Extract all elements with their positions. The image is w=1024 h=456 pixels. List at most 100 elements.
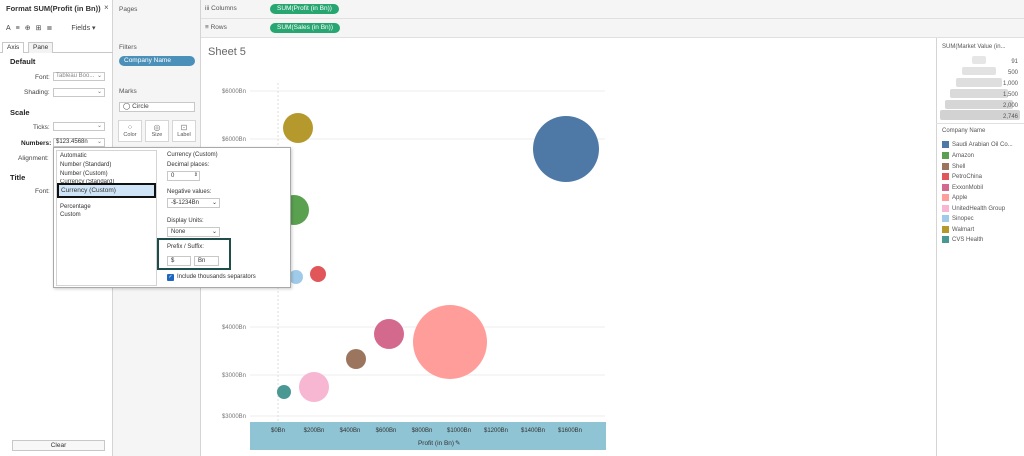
legend-divider <box>936 123 1024 124</box>
font-dropdown[interactable]: Tableau Boo... ⌄ <box>53 72 105 81</box>
bubble-sinopec[interactable] <box>289 270 303 284</box>
size-legend-title: SUM(Market Value (in... <box>942 44 1006 50</box>
legend-item[interactable]: Amazon <box>942 152 974 161</box>
format-option[interactable]: Custom <box>60 212 81 218</box>
default-section-label: Default <box>10 57 36 66</box>
borders-format-icon[interactable]: ⊞ <box>36 24 42 32</box>
rows-label: ≡ Rows <box>205 24 227 31</box>
scatter-chart: $6000Bn $6000Bn $4000Bn $3000Bn $3000Bn … <box>201 38 936 456</box>
lines-format-icon[interactable]: ≣ <box>47 24 53 32</box>
numbers-label: Numbers: <box>21 140 52 147</box>
display-units-dropdown[interactable]: None ⌄ <box>167 227 220 237</box>
columns-pill[interactable]: SUM(Profit (in Bn)) <box>270 4 339 14</box>
x-tick-label: $1600Bn <box>558 428 582 434</box>
rows-pill[interactable]: SUM(Sales (in Bn)) <box>270 23 340 33</box>
y-tick-label: $3000Bn <box>222 414 246 420</box>
thousands-separator-checkbox[interactable]: ✓ <box>167 274 174 281</box>
y-tick-label: $6000Bn <box>222 137 246 143</box>
x-axis-title: Profit (in Bn) <box>418 440 454 447</box>
legend-item[interactable]: Walmart <box>942 226 974 235</box>
x-tick-label: $1200Bn <box>484 428 508 434</box>
x-tick-label: $1000Bn <box>447 428 471 434</box>
format-option[interactable]: Percentage <box>60 204 91 210</box>
format-toolbar: A ≡ ⊕ ⊞ ≣ Fields ▾ <box>6 22 110 34</box>
company-name-filter-pill[interactable]: Company Name <box>119 56 195 66</box>
bubble-exxonmobil[interactable] <box>374 319 404 349</box>
x-tick-label: $400Bn <box>340 428 361 434</box>
fields-dropdown[interactable]: Fields ▾ <box>71 24 95 32</box>
alignment-format-icon[interactable]: ≡ <box>16 25 20 32</box>
pin-icon: ✎ <box>455 440 461 447</box>
display-units-label: Display Units: <box>167 218 204 224</box>
shading-dropdown[interactable]: ⌄ <box>53 88 105 97</box>
x-tick-label: $1400Bn <box>521 428 545 434</box>
format-option-selected[interactable]: Currency (Custom) <box>57 183 156 198</box>
x-tick-label: $200Bn <box>304 428 325 434</box>
format-option[interactable]: Number (Custom) <box>60 171 108 177</box>
bubble-cvs-health[interactable] <box>277 385 291 399</box>
decimal-places-label: Decimal places: <box>167 162 210 168</box>
negative-values-dropdown[interactable]: -$-1234Bn ⌄ <box>167 198 220 208</box>
size-legend-value: 500 <box>1008 70 1019 76</box>
size-legend: 91 500 1,000 1,500 2,000 2,746 <box>940 56 1020 120</box>
ticks-dropdown[interactable]: ⌄ <box>53 122 105 131</box>
title-font-label: Font: <box>35 188 50 195</box>
thousands-separator-label: Include thousands separators <box>177 274 256 280</box>
format-option[interactable]: Automatic <box>60 153 87 159</box>
columns-rows-shelves: iii Columns SUM(Profit (in Bn)) ≡ Rows S… <box>201 0 1024 38</box>
title-section-label: Title <box>10 173 26 182</box>
format-pane-title: Format SUM(Profit (in Bn)) <box>6 4 101 13</box>
size-icon: ◎ <box>153 123 161 132</box>
shading-format-icon[interactable]: ⊕ <box>25 24 31 32</box>
font-format-icon[interactable]: A <box>6 25 11 32</box>
legend-item[interactable]: Sinopec <box>942 215 974 224</box>
scale-section-label: Scale <box>10 108 30 117</box>
close-icon[interactable]: × <box>104 3 109 12</box>
bubble-petrochina[interactable] <box>310 266 326 282</box>
rows-shelf[interactable]: ≡ Rows SUM(Sales (in Bn)) <box>201 19 1024 38</box>
tab-pane[interactable]: Pane <box>28 42 54 53</box>
bubble-walmart[interactable] <box>283 113 313 143</box>
filters-shelf-label: Filters <box>119 44 137 51</box>
columns-label: iii Columns <box>205 5 237 12</box>
columns-shelf[interactable]: iii Columns SUM(Profit (in Bn)) <box>201 0 1024 19</box>
mark-type-dropdown[interactable]: ◯ Circle <box>119 102 195 112</box>
x-tick-label: $0Bn <box>271 428 285 434</box>
y-tick-label: $6000Bn <box>222 89 246 95</box>
size-legend-value: 2,746 <box>1003 114 1019 120</box>
format-tabs: Axis Pane <box>0 42 113 53</box>
prefix-suffix-label: Prefix / Suffix: <box>167 244 204 250</box>
prefix-input[interactable]: $ <box>167 256 191 266</box>
clear-button[interactable]: Clear <box>12 440 105 451</box>
ticks-label: Ticks: <box>33 124 50 131</box>
size-legend-value: 1,000 <box>1003 81 1019 87</box>
size-legend-value: 1,500 <box>1003 92 1019 98</box>
legend-item[interactable]: Shell <box>942 163 965 172</box>
legend-item[interactable]: CVS Health <box>942 236 983 245</box>
size-legend-value: 91 <box>1011 59 1018 65</box>
decimal-places-stepper[interactable]: 0 ⇕ <box>167 171 200 181</box>
bubble-apple[interactable] <box>413 305 487 379</box>
marks-card-label: Marks <box>119 88 137 95</box>
x-tick-label: $800Bn <box>412 428 433 434</box>
legend-item[interactable]: ExxonMobil <box>942 184 983 193</box>
legend-item[interactable]: UnitedHealth Group <box>942 205 1005 214</box>
legend-item[interactable]: Saudi Arabian Oil Co... <box>942 141 1013 150</box>
suffix-input[interactable]: Bn <box>194 256 219 266</box>
color-icon: ⁘ <box>126 123 134 132</box>
numbers-dropdown[interactable]: $123.4568n ⌄ <box>53 138 105 147</box>
bubble-saudi-aramco[interactable] <box>533 116 599 182</box>
format-option[interactable]: Number (Standard) <box>60 162 111 168</box>
legend-item[interactable]: PetroChina <box>942 173 982 182</box>
color-mark-button[interactable]: ⁘ Color <box>118 120 142 142</box>
legend-item[interactable]: Apple <box>942 194 967 203</box>
bubble-unitedhealth[interactable] <box>299 372 329 402</box>
alignment-label: Alignment: <box>18 155 49 162</box>
size-mark-button[interactable]: ◎ Size <box>145 120 169 142</box>
label-mark-button[interactable]: ⊡ Label <box>172 120 196 142</box>
pages-shelf-label: Pages <box>119 6 138 13</box>
shading-label: Shading: <box>24 89 50 96</box>
tab-axis[interactable]: Axis <box>2 42 25 53</box>
font-label: Font: <box>35 74 50 81</box>
bubble-shell[interactable] <box>346 349 366 369</box>
